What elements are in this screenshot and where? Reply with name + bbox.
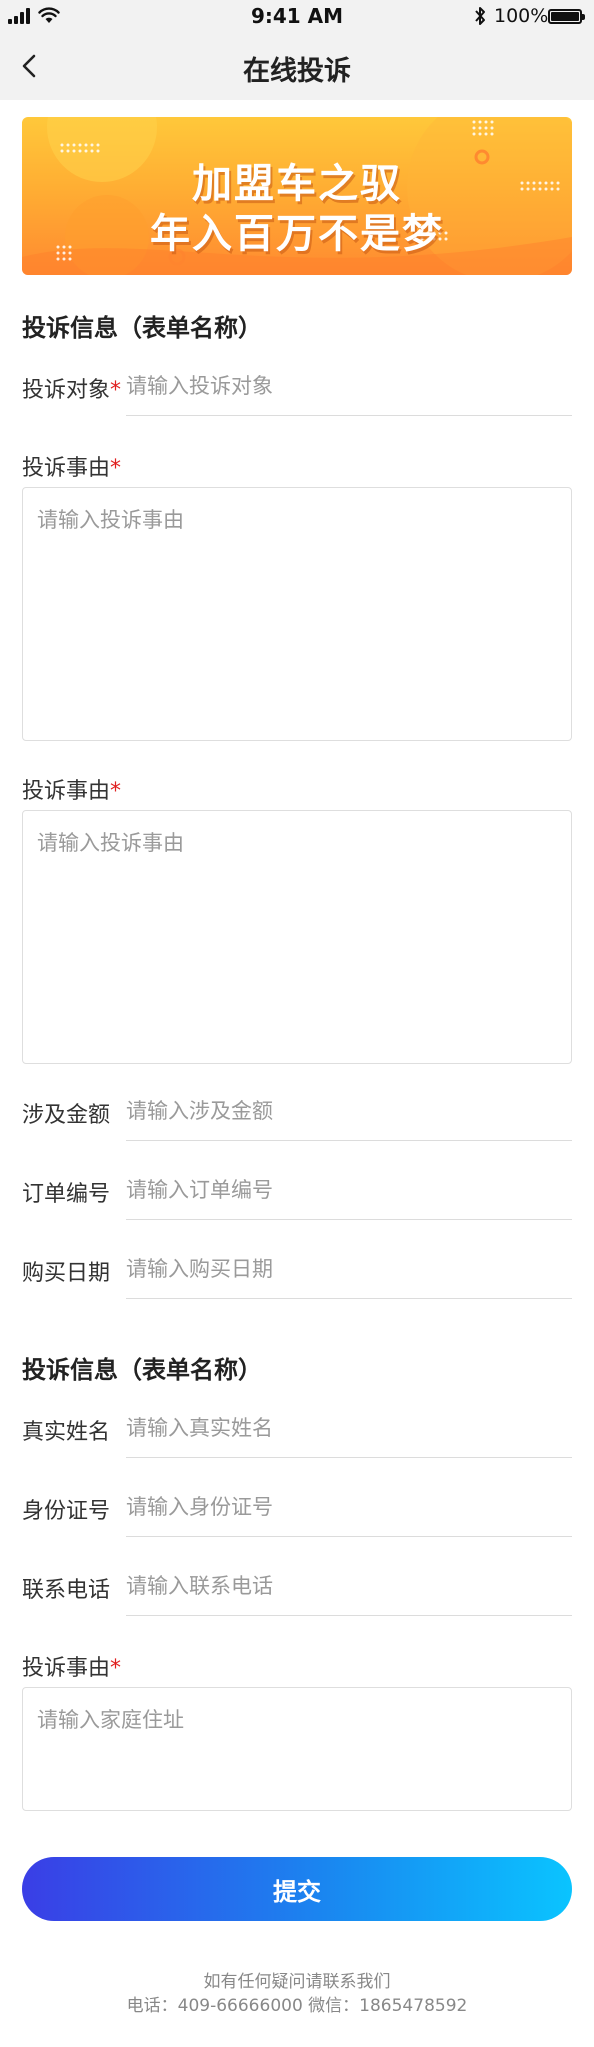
promo-banner[interactable]: 加盟车之驭 年入百万不是梦 xyxy=(22,117,572,275)
submit-button[interactable]: 提交 xyxy=(22,1857,572,1921)
required-mark: * xyxy=(110,1656,122,1681)
divider xyxy=(126,1298,572,1299)
divider xyxy=(126,1219,572,1220)
page-title: 在线投诉 xyxy=(243,56,351,87)
field-label: 投诉对象* xyxy=(22,378,122,403)
field-label: 订单编号 xyxy=(22,1182,111,1207)
address-textarea[interactable] xyxy=(22,1687,572,1811)
section-title: 投诉信息（表单名称） xyxy=(22,1356,262,1384)
field-label: 购买日期 xyxy=(22,1261,111,1286)
id-number-input[interactable] xyxy=(126,1489,572,1525)
complaint-reason-textarea-2[interactable] xyxy=(22,810,572,1064)
footer-contact-hint: 如有任何疑问请联系我们 xyxy=(203,1972,391,1992)
section-title: 投诉信息（表单名称） xyxy=(22,314,262,342)
complaint-reason-textarea[interactable] xyxy=(22,487,572,741)
field-label: 涉及金额 xyxy=(22,1103,111,1128)
amount-input[interactable] xyxy=(126,1093,572,1129)
order-number-input[interactable] xyxy=(126,1172,572,1208)
field-label: 投诉事由* xyxy=(22,779,122,804)
required-mark: * xyxy=(110,378,122,403)
battery-icon xyxy=(548,9,585,24)
footer-contact-info: 电话：409-66666000 微信：1865478592 xyxy=(126,1996,468,2016)
battery-percent: 100% xyxy=(494,5,549,27)
required-mark: * xyxy=(110,456,122,481)
divider xyxy=(126,1536,572,1537)
bluetooth-icon xyxy=(475,7,485,25)
status-bar: 9:41 AM 100% xyxy=(0,0,594,34)
real-name-input[interactable] xyxy=(126,1410,572,1446)
divider xyxy=(126,1457,572,1458)
banner-subheadline: 年入百万不是梦 xyxy=(150,211,444,257)
nav-bar: 在线投诉 xyxy=(0,34,594,100)
divider xyxy=(126,1615,572,1616)
field-label: 身份证号 xyxy=(22,1499,111,1524)
phone-input[interactable] xyxy=(126,1568,572,1604)
field-label: 投诉事由* xyxy=(22,1656,122,1681)
required-mark: * xyxy=(110,779,122,804)
purchase-date-input[interactable] xyxy=(126,1251,572,1287)
divider xyxy=(126,1140,572,1141)
field-label: 投诉事由* xyxy=(22,456,122,481)
complaint-target-input[interactable] xyxy=(126,368,572,404)
field-label: 联系电话 xyxy=(22,1578,111,1603)
field-label: 真实姓名 xyxy=(22,1420,111,1445)
divider xyxy=(126,415,572,416)
